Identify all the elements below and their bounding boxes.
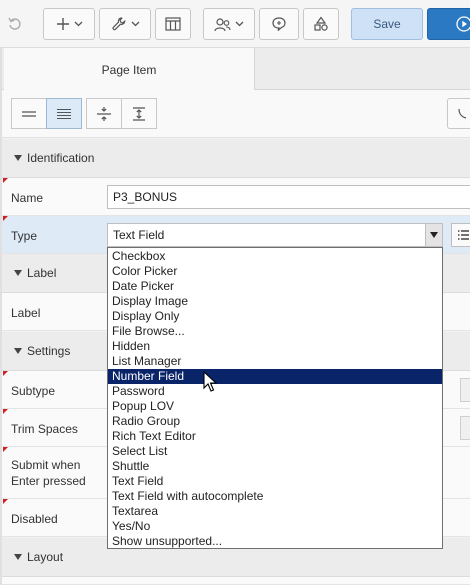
create-menu-button[interactable]: [43, 8, 95, 40]
chevron-down-icon: [235, 21, 244, 27]
type-label: Type: [11, 229, 38, 243]
triangle-down-icon: [14, 270, 22, 276]
two-column-icon[interactable]: [46, 98, 82, 129]
trim-spaces-select[interactable]: [460, 416, 470, 440]
type-option[interactable]: Display Only: [108, 309, 442, 324]
chevron-down-icon: [74, 21, 82, 27]
play-icon: [456, 16, 470, 32]
required-flag-icon: [3, 409, 8, 414]
type-option[interactable]: Text Field with autocomplete: [108, 489, 442, 504]
type-option[interactable]: Date Picker: [108, 279, 442, 294]
disabled-label: Disabled: [11, 512, 58, 526]
type-option[interactable]: Show unsupported...: [108, 534, 442, 549]
section-title: Layout: [27, 550, 64, 564]
layout-row: [0, 577, 470, 585]
type-select[interactable]: Text Field: [107, 223, 443, 247]
tab-bar: Page Item: [0, 48, 470, 91]
section-identification[interactable]: Identification: [0, 139, 470, 178]
page-designer: Save Page Item Identification Name P3_BO…: [0, 0, 470, 585]
list-icon: [458, 230, 469, 240]
toolbar: Save: [0, 0, 470, 48]
type-dropdown-list[interactable]: Checkbox Color Picker Date Picker Display I…: [107, 247, 443, 549]
submit-label-line2: Enter pressed: [11, 474, 86, 488]
shared-components-menu-button[interactable]: [203, 8, 255, 40]
chevron-down-icon: [131, 21, 139, 27]
type-option[interactable]: Popup LOV: [108, 399, 442, 414]
wrench-icon: [112, 17, 125, 31]
triangle-down-icon: [14, 348, 22, 354]
trim-spaces-label: Trim Spaces: [11, 422, 78, 436]
panel-left-edge: [0, 48, 2, 585]
type-option[interactable]: Rich Text Editor: [108, 429, 442, 444]
expand-icon[interactable]: [121, 98, 157, 129]
type-option[interactable]: Checkbox: [108, 249, 442, 264]
dropdown-arrow-icon[interactable]: [425, 224, 442, 246]
type-option[interactable]: Text Field: [108, 474, 442, 489]
shapes-icon: [314, 16, 328, 31]
collapse-icon[interactable]: [86, 98, 122, 129]
triangle-down-icon: [14, 155, 22, 161]
type-option[interactable]: Password: [108, 384, 442, 399]
list-options-button[interactable]: [451, 223, 470, 247]
type-option[interactable]: File Browse...: [108, 324, 442, 339]
label-label: Label: [11, 306, 41, 320]
utilities-menu-button[interactable]: [99, 8, 151, 40]
type-option[interactable]: Shuttle: [108, 459, 442, 474]
type-option[interactable]: Textarea: [108, 504, 442, 519]
section-title: Identification: [27, 151, 95, 165]
type-option[interactable]: Radio Group: [108, 414, 442, 429]
name-label: Name: [11, 191, 44, 205]
mouse-pointer-icon: [203, 371, 217, 392]
users-icon: [214, 17, 231, 31]
more-options-button[interactable]: [447, 98, 470, 129]
required-flag-icon: [3, 216, 8, 221]
required-flag-icon: [3, 447, 8, 452]
name-field[interactable]: P3_BONUS: [107, 185, 470, 209]
type-option[interactable]: List Manager: [108, 354, 442, 369]
required-flag-icon: [3, 371, 8, 376]
type-option[interactable]: Select List: [108, 444, 442, 459]
comment-icon: [272, 17, 286, 31]
type-select-value: Text Field: [113, 228, 165, 242]
tab-page-item[interactable]: Page Item: [4, 48, 255, 91]
layout-grid-button[interactable]: [155, 8, 191, 40]
comments-button[interactable]: [259, 8, 299, 40]
subtype-label: Subtype: [11, 384, 56, 398]
save-button[interactable]: Save: [351, 8, 423, 40]
triangle-down-icon: [14, 554, 22, 560]
section-title: Settings: [27, 344, 71, 358]
type-option[interactable]: Color Picker: [108, 264, 442, 279]
type-option[interactable]: Number Field: [108, 369, 442, 384]
grid-icon: [165, 17, 181, 31]
run-page-button[interactable]: [427, 8, 470, 40]
type-option[interactable]: Display Image: [108, 294, 442, 309]
undo-icon[interactable]: [0, 8, 30, 40]
property-layout-toolbar: [0, 90, 470, 138]
plus-icon: [56, 18, 69, 30]
type-option[interactable]: Hidden: [108, 339, 442, 354]
subtype-select[interactable]: [460, 378, 470, 402]
one-column-icon[interactable]: [11, 98, 47, 129]
shapes-button[interactable]: [303, 8, 339, 40]
type-option[interactable]: Yes/No: [108, 519, 442, 534]
required-flag-icon: [3, 178, 8, 183]
name-row: Name P3_BONUS: [0, 178, 470, 216]
submit-label-line1: Submit when: [11, 458, 81, 472]
section-title: Label: [27, 266, 57, 280]
cursor-icon: [458, 108, 467, 119]
required-flag-icon: [3, 499, 8, 504]
